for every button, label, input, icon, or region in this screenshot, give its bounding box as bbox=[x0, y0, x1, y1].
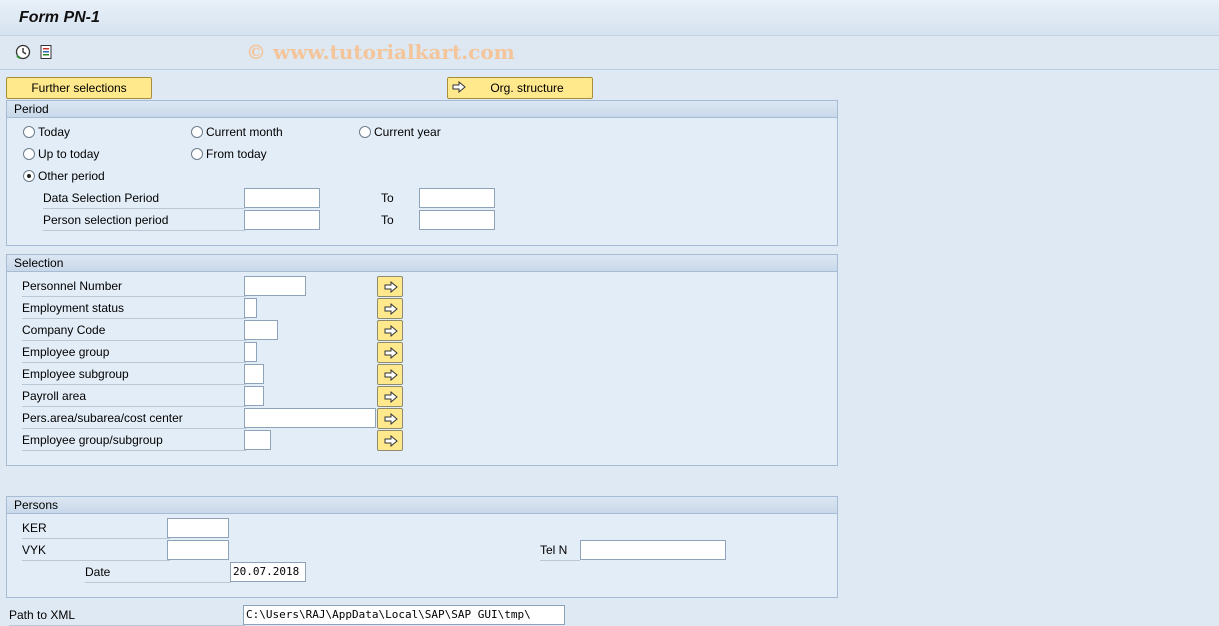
arrow-right-icon bbox=[384, 281, 398, 293]
radio-other-period[interactable]: Other period bbox=[23, 169, 105, 183]
vyk-input[interactable] bbox=[167, 540, 229, 560]
multiple-selection-button[interactable] bbox=[377, 386, 403, 407]
arrow-right-icon bbox=[452, 81, 466, 93]
arrow-right-icon bbox=[384, 391, 398, 403]
radio-today[interactable]: Today bbox=[23, 125, 70, 139]
multiple-selection-button[interactable] bbox=[377, 408, 403, 429]
arrow-right-icon bbox=[384, 369, 398, 381]
employment-status-label: Employment status bbox=[22, 299, 246, 319]
company-code-input[interactable] bbox=[244, 320, 278, 340]
payroll-area-input[interactable] bbox=[244, 386, 264, 406]
vyk-label: VYK bbox=[22, 541, 170, 561]
radio-other-period-label: Other period bbox=[38, 169, 105, 183]
employee-group-input[interactable] bbox=[244, 342, 257, 362]
watermark-text: © www.tutorialkart.com bbox=[246, 40, 515, 64]
employee-group-label: Employee group bbox=[22, 343, 246, 363]
pers-area-subarea-cost-center-label: Pers.area/subarea/cost center bbox=[22, 409, 246, 429]
radio-up-to-today-circle[interactable] bbox=[23, 148, 35, 160]
period-group: Period Today Current month Current year … bbox=[6, 100, 838, 246]
multiple-selection-button[interactable] bbox=[377, 364, 403, 385]
employment-status-input[interactable] bbox=[244, 298, 257, 318]
selection-group: Selection Personnel Number Employment st… bbox=[6, 254, 838, 466]
multiple-selection-button[interactable] bbox=[377, 430, 403, 451]
radio-up-to-today-label: Up to today bbox=[38, 147, 100, 161]
radio-today-circle[interactable] bbox=[23, 126, 35, 138]
radio-other-period-circle[interactable] bbox=[23, 170, 35, 182]
multiple-selection-button[interactable] bbox=[377, 298, 403, 319]
persons-header: Persons bbox=[7, 497, 837, 514]
arrow-right-icon bbox=[384, 435, 398, 447]
radio-from-today[interactable]: From today bbox=[191, 147, 267, 161]
execute-clock-icon[interactable] bbox=[15, 44, 31, 60]
data-selection-to-label: To bbox=[381, 191, 394, 205]
ker-input[interactable] bbox=[167, 518, 229, 538]
org-structure-button[interactable]: Org. structure bbox=[447, 77, 593, 99]
person-selection-to-input[interactable] bbox=[419, 210, 495, 230]
tel-n-input[interactable] bbox=[580, 540, 726, 560]
company-code-label: Company Code bbox=[22, 321, 246, 341]
arrow-right-icon bbox=[384, 413, 398, 425]
tel-n-label: Tel N bbox=[540, 541, 580, 561]
radio-current-year[interactable]: Current year bbox=[359, 125, 441, 139]
variant-list-icon[interactable] bbox=[38, 44, 54, 60]
person-selection-period-label: Person selection period bbox=[43, 211, 245, 231]
data-selection-period-label: Data Selection Period bbox=[43, 189, 245, 209]
employee-subgroup-input[interactable] bbox=[244, 364, 264, 384]
radio-current-year-label: Current year bbox=[374, 125, 441, 139]
personnel-number-input[interactable] bbox=[244, 276, 306, 296]
date-input[interactable]: 20.07.2018 bbox=[230, 562, 306, 582]
path-to-xml-label: Path to XML bbox=[9, 606, 245, 626]
title-bar: Form PN-1 bbox=[0, 0, 1219, 36]
radio-current-month-label: Current month bbox=[206, 125, 283, 139]
radio-current-month[interactable]: Current month bbox=[191, 125, 283, 139]
multiple-selection-button[interactable] bbox=[377, 320, 403, 341]
arrow-right-icon bbox=[384, 325, 398, 337]
person-selection-to-label: To bbox=[381, 213, 394, 227]
multiple-selection-button[interactable] bbox=[377, 276, 403, 297]
further-selections-button[interactable]: Further selections bbox=[6, 77, 152, 99]
employee-group-subgroup-input[interactable] bbox=[244, 430, 271, 450]
path-to-xml-input[interactable]: C:\Users\RAJ\AppData\Local\SAP\SAP GUI\t… bbox=[243, 605, 565, 625]
radio-from-today-circle[interactable] bbox=[191, 148, 203, 160]
ker-label: KER bbox=[22, 519, 170, 539]
person-selection-from-input[interactable] bbox=[244, 210, 320, 230]
radio-from-today-label: From today bbox=[206, 147, 267, 161]
page-title: Form PN-1 bbox=[19, 9, 100, 26]
date-label: Date bbox=[85, 563, 231, 583]
multiple-selection-button[interactable] bbox=[377, 342, 403, 363]
further-selections-label: Further selections bbox=[31, 81, 127, 95]
employee-group-subgroup-label: Employee group/subgroup bbox=[22, 431, 246, 451]
data-selection-from-input[interactable] bbox=[244, 188, 320, 208]
org-structure-label: Org. structure bbox=[490, 81, 564, 95]
radio-today-label: Today bbox=[38, 125, 71, 139]
radio-up-to-today[interactable]: Up to today bbox=[23, 147, 99, 161]
personnel-number-label: Personnel Number bbox=[22, 277, 246, 297]
pers-area-subarea-cost-center-input[interactable] bbox=[244, 408, 376, 428]
radio-current-year-circle[interactable] bbox=[359, 126, 371, 138]
payroll-area-label: Payroll area bbox=[22, 387, 246, 407]
arrow-right-icon bbox=[384, 347, 398, 359]
application-toolbar: © www.tutorialkart.com bbox=[0, 36, 1219, 70]
arrow-right-icon bbox=[384, 303, 398, 315]
selection-header: Selection bbox=[7, 255, 837, 272]
period-header: Period bbox=[7, 101, 837, 118]
data-selection-to-input[interactable] bbox=[419, 188, 495, 208]
employee-subgroup-label: Employee subgroup bbox=[22, 365, 246, 385]
persons-group: Persons KER VYK Tel N Date 20.07.2018 bbox=[6, 496, 838, 598]
radio-current-month-circle[interactable] bbox=[191, 126, 203, 138]
